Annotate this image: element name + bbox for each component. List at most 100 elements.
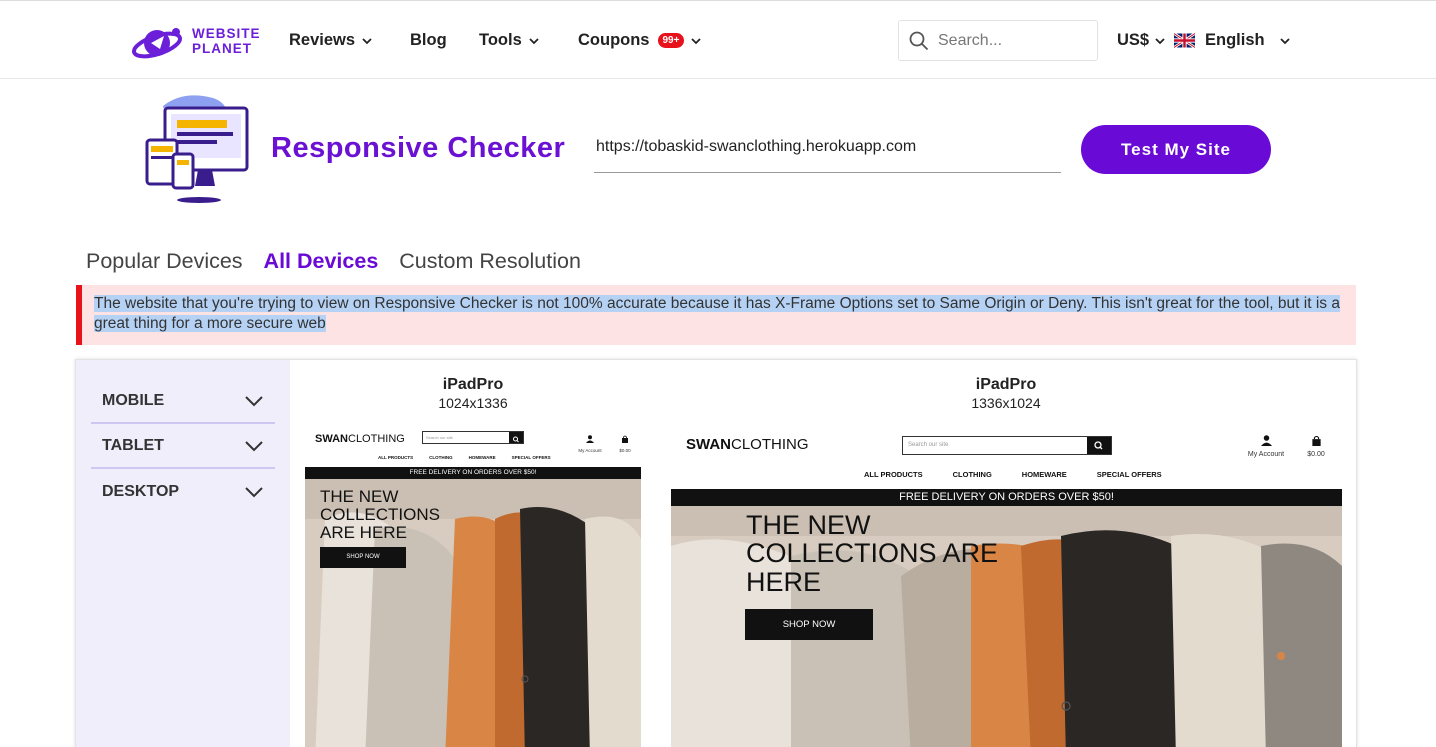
device-caption-portrait: iPadPro 1024x1336 [373,376,573,411]
hero-line: HERE [746,566,822,597]
nav-tools[interactable]: Tools [479,31,540,50]
preview-nav-item[interactable]: ALL PRODUCTS [378,455,413,460]
preview-cart[interactable]: $0.00 [617,430,633,453]
preview-cart-total: $0.00 [1307,451,1325,458]
shopping-bag-icon [1311,435,1321,446]
language-label: English [1205,31,1265,49]
preview-nav-item[interactable]: SPECIAL OFFERS [512,455,551,460]
tab-popular-devices[interactable]: Popular Devices [86,249,243,274]
website-planet-logo[interactable]: WEBSITE PLANET [131,23,266,63]
nav-reviews-label: Reviews [289,31,356,49]
device-resolution: 1336x1024 [971,395,1041,411]
preview-nav-item[interactable]: HOMEWARE [1022,470,1067,479]
hero-line: THE NEW [320,487,399,506]
preview-account[interactable]: My Account [575,430,605,453]
preview-search-placeholder: Search our site [426,435,453,440]
preview-brand: SWANCLOTHING [315,433,405,445]
logo-text: WEBSITE PLANET [192,26,261,56]
chevron-down-icon [245,395,263,406]
nav-blog-label: Blog [410,31,447,49]
device-preview-panel: MOBILE TABLET DESKTOP iPadPro 1024x1336 … [75,359,1357,747]
preview-nav-item[interactable]: CLOTHING [429,455,453,460]
device-name: iPadPro [975,376,1037,393]
planet-logo-icon [132,28,182,59]
tab-custom-resolution[interactable]: Custom Resolution [399,249,581,274]
device-resolution: 1024x1336 [438,395,508,411]
hero-line: COLLECTIONS [320,504,440,524]
preview-shop-now-button[interactable]: SHOP NOW [745,609,873,640]
hero-line: COLLECTIONS ARE [746,538,999,569]
chevron-down-icon [1279,37,1290,44]
preview-nav-item[interactable]: ALL PRODUCTS [864,470,923,479]
preview-account-label: My Account [1247,451,1285,458]
test-my-site-button[interactable]: Test My Site [1081,125,1271,174]
chevron-down-icon [691,37,702,44]
currency-selector[interactable]: US$ [1117,31,1166,50]
brand-light: CLOTHING [731,436,809,453]
logo-line-2: PLANET [192,41,252,56]
preview-hero-text: THE NEW COLLECTIONS ARE HERE [320,488,440,542]
preview-search[interactable]: Search our site [902,436,1112,455]
chevron-down-icon [1155,37,1165,44]
chevron-down-icon [529,37,539,44]
user-icon [1260,435,1272,446]
preview-search-placeholder: Search our site [908,442,949,448]
preview-nav-item[interactable]: CLOTHING [953,470,992,479]
coupons-count-badge: 99+ [657,33,685,48]
preview-nav-item[interactable]: HOMEWARE [469,455,496,460]
x-frame-warning: The website that you're trying to view o… [76,285,1356,345]
preview-promo-banner: FREE DELIVERY ON ORDERS OVER $50! [671,489,1342,506]
preview-hero-text: THE NEW COLLECTIONS ARE HERE [746,511,998,596]
sidebar-item-desktop[interactable]: DESKTOP [91,469,275,514]
preview-promo-banner: FREE DELIVERY ON ORDERS OVER $50! [305,467,641,479]
responsive-devices-illustration [145,95,249,203]
language-selector[interactable]: English [1174,31,1291,50]
preview-brand: SWANCLOTHING [686,436,809,453]
nav-reviews[interactable]: Reviews [289,31,373,50]
preview-nav: ALL PRODUCTS CLOTHING HOMEWARE SPECIAL O… [378,455,551,460]
chevron-down-icon [245,440,263,451]
currency-label: US$ [1117,31,1150,49]
page-title: Responsive Checker [271,132,566,164]
preview-nav: ALL PRODUCTS CLOTHING HOMEWARE SPECIAL O… [864,470,1162,479]
top-navigation: WEBSITE PLANET Reviews Blog Tools Coupon… [0,0,1436,79]
search-input[interactable] [938,31,1088,50]
logo-line-1: WEBSITE [192,26,261,41]
warning-text: The website that you're trying to view o… [94,295,1340,332]
search-icon [1094,441,1103,450]
preview-shop-now-button[interactable]: SHOP NOW [320,547,406,568]
preview-search-button[interactable] [1087,437,1111,454]
device-name: iPadPro [442,376,504,393]
preview-cart-total: $0.00 [619,448,631,453]
sidebar-item-label: MOBILE [102,391,165,409]
sidebar-item-tablet[interactable]: TABLET [91,424,275,469]
url-input[interactable] [594,130,1061,173]
preview-search[interactable]: Search our site [422,431,524,444]
device-tabs: Popular Devices All Devices Custom Resol… [86,249,581,274]
nav-coupons[interactable]: Coupons 99+ [578,31,702,50]
site-search-box[interactable] [898,20,1098,61]
hero-line: THE NEW [746,510,871,540]
hero-line: ARE HERE [320,522,407,542]
preview-nav-item[interactable]: SPECIAL OFFERS [1097,470,1162,479]
brand-light: CLOTHING [348,433,405,445]
preview-frame-portrait[interactable]: SWANCLOTHING Search our site My Account … [305,426,641,747]
search-icon [909,31,929,50]
brand-bold: SWAN [686,436,731,453]
nav-coupons-label: Coupons [578,31,650,49]
nav-tools-label: Tools [479,31,522,49]
sidebar-item-mobile[interactable]: MOBILE [91,379,275,424]
preview-cart[interactable]: $0.00 [1303,433,1329,458]
device-caption-landscape: iPadPro 1336x1024 [906,376,1106,411]
preview-account-label: My Account [578,448,602,453]
tab-all-devices[interactable]: All Devices [264,249,379,274]
preview-search-button[interactable] [509,432,523,443]
device-category-sidebar: MOBILE TABLET DESKTOP [76,360,290,747]
chevron-down-icon [362,37,372,44]
search-icon [513,436,519,443]
nav-blog[interactable]: Blog [410,31,447,50]
chevron-down-icon [245,486,263,497]
preview-account[interactable]: My Account [1241,433,1291,458]
preview-frame-landscape[interactable]: SWANCLOTHING Search our site My Account … [671,426,1342,747]
sidebar-item-label: TABLET [102,436,164,454]
